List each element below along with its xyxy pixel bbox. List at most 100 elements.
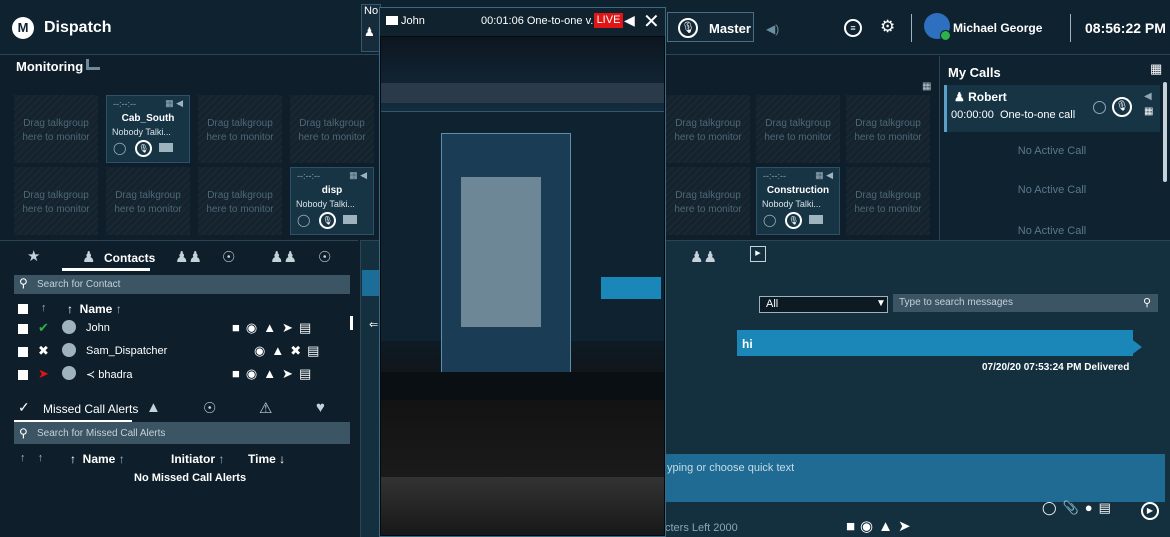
- person-icon: ♟: [364, 25, 375, 39]
- mic-icon[interactable]: 🎙: [319, 212, 336, 229]
- monitor-slot[interactable]: Drag talkgroup here to monitor: [290, 95, 374, 163]
- alert-icon[interactable]: ⚠: [259, 399, 272, 417]
- missed-call-search-input[interactable]: Search for Missed Call Alerts: [14, 422, 350, 444]
- name-column-header[interactable]: ↑ Name ↑: [67, 302, 122, 316]
- mic-icon[interactable]: 🎙: [135, 140, 152, 157]
- caller-label: Robert: [968, 90, 1007, 104]
- camera-icon[interactable]: [809, 215, 823, 224]
- slot-text: Drag talkgroup here to monitor: [206, 118, 274, 143]
- row-checkbox[interactable]: [18, 324, 28, 334]
- contact-actions[interactable]: ■◉▲➤▤: [232, 366, 317, 382]
- compose-actions[interactable]: ◯📎●▤: [1042, 500, 1117, 516]
- talkgroup-tile[interactable]: --:--:-- ▦ ◀ disp Nobody Talki... ◯ 🎙: [290, 167, 374, 235]
- contact-name[interactable]: ≺ bhadra: [86, 368, 133, 381]
- speaker-icon[interactable]: ◀: [624, 12, 635, 29]
- partial-tab[interactable]: No ♟: [361, 4, 381, 52]
- monitor-slot[interactable]: Drag talkgroup here to monitor: [106, 167, 190, 235]
- collapse-icon[interactable]: ⇐: [369, 318, 378, 331]
- contact-actions[interactable]: ■◉▲➤▤: [232, 320, 317, 336]
- monitoring-expand-icon[interactable]: [86, 59, 100, 70]
- monitor-slot[interactable]: Drag talkgroup here to monitor: [756, 95, 840, 163]
- message-filter-select[interactable]: All: [759, 296, 888, 313]
- group-icon[interactable]: ♟♟: [175, 248, 202, 266]
- grid-icon[interactable]: ▦ ◀: [349, 170, 367, 181]
- broadcast-group-icon[interactable]: ☉: [318, 248, 331, 266]
- bubble-tail: [1130, 338, 1142, 356]
- film-icon[interactable]: ▶: [750, 246, 766, 262]
- sort-arrow-icon[interactable]: ↑: [41, 302, 47, 314]
- gear-icon[interactable]: ⚙: [880, 17, 895, 37]
- chat-call-actions[interactable]: ■◉▲➤: [846, 517, 916, 535]
- send-button[interactable]: ▶: [1141, 502, 1159, 520]
- chevron-down-icon[interactable]: ▼: [876, 298, 886, 309]
- speaker-icon[interactable]: ◀: [1144, 91, 1152, 102]
- monitor-slot[interactable]: Drag talkgroup here to monitor: [846, 167, 930, 235]
- talkgroup-tile[interactable]: --:--:-- ▦ ◀ Construction Nobody Talki..…: [756, 167, 840, 235]
- ring-icon[interactable]: ◯: [763, 213, 776, 227]
- multi-group-icon[interactable]: ♟♟: [270, 248, 297, 266]
- search-icon: ⚲: [19, 276, 28, 290]
- mic-icon[interactable]: 🎙: [1112, 97, 1132, 117]
- grid-icon[interactable]: ▦ ◀: [815, 170, 833, 181]
- no-active-call: No Active Call: [1017, 184, 1087, 196]
- no-missed-calls-text: No Missed Call Alerts: [134, 472, 247, 484]
- grid-icon[interactable]: ▦: [1150, 61, 1162, 77]
- row-checkbox[interactable]: [18, 347, 28, 357]
- bell-icon[interactable]: ▲: [146, 399, 161, 416]
- camera-icon[interactable]: [343, 215, 357, 224]
- missed-call-alerts-label: Missed Call Alerts: [43, 402, 139, 416]
- camera-icon[interactable]: [159, 143, 173, 152]
- talkgroup-name: disp: [321, 185, 343, 196]
- grid-icon[interactable]: ▦ ◀: [165, 98, 183, 109]
- ring-icon[interactable]: [1093, 101, 1106, 114]
- message-compose-input[interactable]: yping or choose quick text: [665, 454, 1165, 502]
- tab-contacts-label: Contacts: [104, 251, 156, 265]
- monitor-slot[interactable]: Drag talkgroup here to monitor: [14, 167, 98, 235]
- user-name[interactable]: Michael George: [953, 21, 1042, 35]
- character-count: cters Left 2000: [665, 522, 738, 534]
- contact-name[interactable]: John: [86, 322, 110, 334]
- message-search-input[interactable]: Type to search messages: [893, 294, 1158, 312]
- initiator-header[interactable]: Initiator ↑: [171, 452, 224, 466]
- monitor-slot[interactable]: Drag talkgroup here to monitor: [846, 95, 930, 163]
- col-initiator-label: Initiator: [171, 452, 215, 466]
- contact-search-input[interactable]: Search for Contact: [14, 275, 350, 294]
- favorites-star-icon[interactable]: ★: [27, 247, 40, 265]
- mic-icon[interactable]: 🎙: [785, 212, 802, 229]
- grid-icon[interactable]: ▦: [922, 81, 931, 92]
- contact-actions[interactable]: ◉▲✖▤: [254, 343, 325, 359]
- slot-text: Drag talkgroup here to monitor: [298, 118, 366, 143]
- location-icon[interactable]: ☉: [203, 399, 216, 417]
- status-check-icon: ✔: [38, 320, 49, 335]
- app-title: Dispatch: [44, 19, 112, 36]
- talkgroup-icon[interactable]: ☉: [222, 248, 235, 266]
- monitor-slot[interactable]: Drag talkgroup here to monitor: [666, 167, 750, 235]
- contact-name[interactable]: Sam_Dispatcher: [86, 345, 167, 357]
- row-checkbox[interactable]: [18, 370, 28, 380]
- multi-group-icon[interactable]: ♟♟: [690, 248, 717, 266]
- divider: [911, 14, 912, 42]
- video-caller-name: John: [401, 15, 425, 27]
- unlock-icon[interactable]: ≡: [844, 19, 862, 37]
- emergency-icon[interactable]: ♥: [316, 399, 325, 416]
- missed-name-header[interactable]: ↑ Name ↑: [70, 452, 125, 466]
- ring-icon[interactable]: ◯: [113, 141, 126, 155]
- speaker-icon[interactable]: ◀): [766, 22, 779, 36]
- select-all-checkbox[interactable]: [18, 304, 28, 314]
- monitor-slot[interactable]: Drag talkgroup here to monitor: [14, 95, 98, 163]
- ring-icon[interactable]: ◯: [297, 213, 310, 227]
- talkgroup-tile[interactable]: --:--:-- ▦ ◀ Cab_South Nobody Talki... ◯…: [106, 95, 190, 163]
- monitor-slot[interactable]: Drag talkgroup here to monitor: [198, 95, 282, 163]
- search-icon[interactable]: ⚲: [1143, 296, 1151, 309]
- close-icon[interactable]: ✕: [643, 9, 660, 34]
- monitor-slot[interactable]: Drag talkgroup here to monitor: [198, 167, 282, 235]
- video-call-timer: 00:01:06 One-to-one v...: [481, 15, 600, 27]
- talkgroup-timer: --:--:--: [763, 171, 786, 181]
- monitor-slot[interactable]: Drag talkgroup here to monitor: [666, 95, 750, 163]
- grid-icon[interactable]: ▦: [1144, 106, 1153, 117]
- time-header[interactable]: Time ↓: [248, 452, 285, 466]
- scrollbar[interactable]: [1163, 82, 1167, 182]
- sort-arrow-icon[interactable]: ↑ ↑: [20, 452, 43, 464]
- scrollbar[interactable]: [350, 316, 353, 330]
- master-mic-icon[interactable]: 🎙: [678, 18, 698, 38]
